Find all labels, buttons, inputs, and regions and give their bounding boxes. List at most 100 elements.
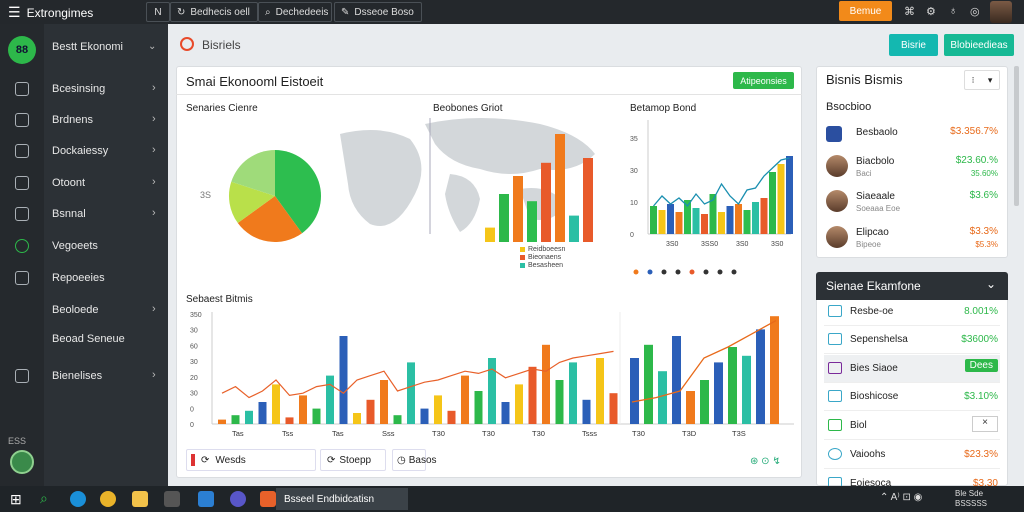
tool-icon[interactable]: ⌘ xyxy=(904,5,915,18)
window-icon[interactable] xyxy=(164,491,180,507)
x-tick-label: Tss xyxy=(282,429,294,438)
sidebar-item-8[interactable]: Beoloede › xyxy=(0,299,168,323)
card-title: Smai Ekonooml Eistoeit xyxy=(186,74,324,89)
bell-icon[interactable]: ◎ xyxy=(970,5,980,18)
right-panel-row[interactable]: Biacbolo Baci $23.60.% 35.60% xyxy=(824,153,1000,183)
row-value: $3600% xyxy=(961,334,998,345)
row-sub: Soeaaa Eoe xyxy=(856,204,901,213)
footer-button-2[interactable]: ⟳ Stoepp xyxy=(320,449,386,471)
search-icon[interactable]: ⌕ xyxy=(40,490,48,507)
chevron-right-icon: › xyxy=(152,113,156,125)
x-tick-label: T3S xyxy=(732,429,746,438)
nav-button[interactable]: N xyxy=(146,2,170,22)
right-panel-row[interactable]: Besbaolo $3.356.7% xyxy=(824,124,1000,154)
right-panel-2-row[interactable]: Bies Siaoe Dees xyxy=(824,355,1000,383)
x-tick-label: Tas xyxy=(232,429,244,438)
row-name: Resbe-oe xyxy=(850,306,894,317)
chevron-down-icon[interactable]: ⌄ xyxy=(148,41,156,52)
bar xyxy=(675,212,683,234)
header-button-1[interactable]: Bisrie xyxy=(889,34,938,56)
app-icon[interactable] xyxy=(230,491,246,507)
header-button-2[interactable]: Blobieedieas xyxy=(944,34,1014,56)
bar xyxy=(700,380,709,424)
bar xyxy=(644,344,653,424)
taskbar-active-window[interactable]: Bsseel Endbidcatisn xyxy=(276,488,408,510)
footer-button-label: Wesds xyxy=(215,454,246,466)
sidebar-item-1[interactable]: Bcesinsing › xyxy=(0,78,168,102)
menu-icon[interactable]: ☰ xyxy=(8,4,21,21)
sidebar-item-3[interactable]: Dockaiessy › xyxy=(0,140,168,164)
sidebar-item-4[interactable]: Otoont › xyxy=(0,172,168,196)
chart-icon xyxy=(826,126,842,142)
y-tick-label: 20 xyxy=(190,375,198,382)
bar-section-title: Betamop Bond xyxy=(630,103,697,114)
user-avatar[interactable] xyxy=(990,1,1012,23)
tab-1[interactable]: ↻ Bedhecis oell xyxy=(170,2,258,22)
chevron-right-icon: › xyxy=(152,82,156,94)
tray-icons[interactable]: ⌃ A⁾ ⊡ ◉ xyxy=(880,492,922,503)
tab-label: Dsseoe Boso xyxy=(354,6,414,18)
y-tick-label: 30 xyxy=(630,168,638,175)
row-value-2: 35.60% xyxy=(970,169,998,178)
map-bar xyxy=(583,158,593,242)
sidebar-item-10[interactable]: Bienelises › xyxy=(0,365,168,389)
tab-label: Dechedeeis xyxy=(275,6,329,18)
x-tick-label: Sss xyxy=(382,429,395,438)
legend-item: Reidboeesn xyxy=(520,246,565,253)
settings-icon[interactable]: ⚙ xyxy=(926,5,936,18)
right-panel-row[interactable]: Siaeaale Soeaaa Eoe $3.6% xyxy=(824,188,1000,218)
x-tick-label: 3S0 xyxy=(666,241,679,248)
map-bar xyxy=(513,176,523,242)
profile-logo-icon[interactable]: 88 xyxy=(8,36,36,64)
status-avatar[interactable] xyxy=(10,450,34,474)
right-panel-2-row[interactable]: Biol × xyxy=(824,412,1000,440)
sidebar-item-label: Otoont xyxy=(52,177,86,189)
primary-action-button[interactable]: Bemue xyxy=(839,1,892,21)
breadcrumb[interactable]: Bisriels xyxy=(202,38,241,52)
sidebar-item-6[interactable]: Vegoeets xyxy=(0,235,168,259)
sidebar-item-5[interactable]: Bsnnal › xyxy=(0,203,168,227)
legend-swatch xyxy=(520,255,525,260)
scrollbar[interactable] xyxy=(1014,66,1019,206)
trend-line xyxy=(221,350,614,399)
footer-button-3[interactable]: ◷ Basos xyxy=(392,449,437,471)
bar xyxy=(582,399,591,424)
map-bar xyxy=(485,227,495,242)
footer-button-1[interactable]: ⟳ Wesds xyxy=(186,449,316,471)
panel-menu-button[interactable]: ⁝ ▾ xyxy=(964,70,1000,90)
bar xyxy=(692,208,700,234)
refresh-icon: ⟳ xyxy=(201,454,210,466)
start-icon[interactable]: ⊞ xyxy=(10,491,22,508)
chrome-icon[interactable] xyxy=(100,491,116,507)
chevron-down-icon[interactable]: ⌄ xyxy=(986,277,996,291)
sidebar-item-label: Bienelises xyxy=(52,370,103,382)
store-icon[interactable] xyxy=(198,491,214,507)
notification-icon[interactable]: ♁ xyxy=(949,5,957,17)
sidebar-item-9[interactable]: Beoad Seneue xyxy=(0,328,168,352)
right-panel-2-row[interactable]: Resbe-oe 8.001% xyxy=(824,298,1000,326)
tab-3[interactable]: ✎ Dsseoe Boso xyxy=(334,2,422,22)
row-value: × xyxy=(972,416,998,432)
table-icon xyxy=(15,271,29,285)
bar xyxy=(786,156,793,234)
tab-2[interactable]: ⌕ Dechedeeis xyxy=(258,2,332,22)
sidebar-item-7[interactable]: Repoeeies xyxy=(0,267,168,291)
legend-label: Bieonaens xyxy=(528,254,562,261)
right-panel-2-row[interactable]: Vaioohs $23.3% xyxy=(824,441,1000,469)
bar xyxy=(735,204,742,234)
bar xyxy=(630,358,639,424)
right-panel-2-row[interactable]: Sepenshelsa $3600% xyxy=(824,326,1000,354)
sidebar-item-2[interactable]: Brdnens › xyxy=(0,109,168,133)
folder-icon[interactable] xyxy=(132,491,148,507)
bar xyxy=(461,375,469,424)
browser-icon[interactable] xyxy=(70,491,86,507)
footer-icons[interactable]: ⊛ ⊙ ↯ xyxy=(750,456,781,467)
status-badge[interactable]: Dees xyxy=(964,359,998,372)
office-icon[interactable] xyxy=(260,491,276,507)
nav-letter: N xyxy=(154,6,162,18)
right-panel-2-row[interactable]: Bioshicose $3.10% xyxy=(824,383,1000,411)
card-action-button[interactable]: Atipeonsies xyxy=(733,72,794,89)
right-panel-row[interactable]: Elipcao Bipeoe $3.3% $5.3% xyxy=(824,224,1000,254)
app-title: Extrongimes xyxy=(26,5,94,20)
bar xyxy=(658,371,667,424)
